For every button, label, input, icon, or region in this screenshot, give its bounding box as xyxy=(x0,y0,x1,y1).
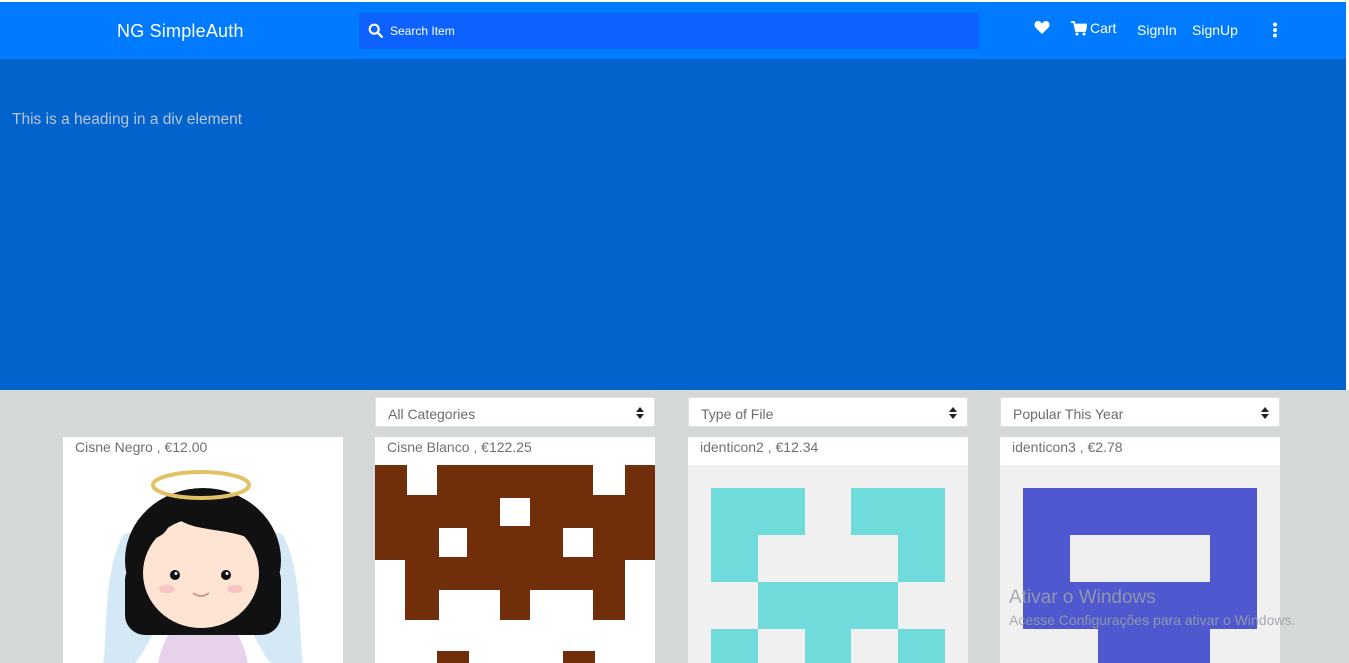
sort-arrows-icon xyxy=(949,407,957,419)
sort-select-value: Popular This Year xyxy=(1013,406,1124,422)
identicon-image xyxy=(1000,465,1280,663)
heart-icon[interactable] xyxy=(1034,20,1050,35)
signup-link[interactable]: SignUp xyxy=(1192,22,1238,38)
product-card[interactable]: identicon3 , €2.78 xyxy=(1000,437,1280,663)
search-input[interactable] xyxy=(390,24,950,38)
product-title: identicon2 , €12.34 xyxy=(688,437,968,465)
activation-watermark-subtitle: Acesse Configurações para ativar o Windo… xyxy=(1009,612,1296,628)
hero-heading: This is a heading in a div element xyxy=(12,111,243,128)
navbar: NG SimpleAuth Cart SignIn SignUp xyxy=(0,2,1346,59)
hero-banner: This is a heading in a div element xyxy=(0,59,1346,390)
file-type-select-value: Type of File xyxy=(701,406,774,422)
product-title: Cisne Blanco , €122.25 xyxy=(375,437,655,465)
search-icon xyxy=(368,23,384,39)
product-label: identicon2 , €12.34 xyxy=(700,439,819,455)
file-type-select[interactable]: Type of File xyxy=(688,397,968,427)
cart-icon xyxy=(1071,20,1087,35)
product-title: Cisne Negro , €12.00 xyxy=(63,437,343,465)
sort-select[interactable]: Popular This Year xyxy=(1000,397,1280,427)
product-card[interactable]: Cisne Negro , €12.00 xyxy=(63,437,343,663)
angel-image xyxy=(63,465,343,663)
sort-arrows-icon xyxy=(1261,407,1269,419)
product-label: Cisne Negro , €12.00 xyxy=(75,439,208,455)
brand-title[interactable]: NG SimpleAuth xyxy=(117,21,244,42)
identicon-image xyxy=(688,465,968,663)
activation-watermark-title: Ativar o Windows xyxy=(1009,587,1156,608)
product-label: identicon3 , €2.78 xyxy=(1012,439,1123,455)
search-bar[interactable] xyxy=(359,13,979,49)
sort-arrows-icon xyxy=(636,407,644,419)
category-select[interactable]: All Categories xyxy=(375,397,655,427)
more-vertical-icon[interactable] xyxy=(1268,22,1282,38)
product-title: identicon3 , €2.78 xyxy=(1000,437,1280,465)
category-select-value: All Categories xyxy=(388,406,476,422)
product-card[interactable]: identicon2 , €12.34 xyxy=(688,437,968,663)
cart-button[interactable]: Cart xyxy=(1071,20,1116,36)
product-label: Cisne Blanco , €122.25 xyxy=(387,439,532,455)
cart-label: Cart xyxy=(1090,20,1117,36)
product-card[interactable]: Cisne Blanco , €122.25 xyxy=(375,437,655,663)
signin-link[interactable]: SignIn xyxy=(1137,22,1177,38)
identicon-image xyxy=(375,465,655,663)
